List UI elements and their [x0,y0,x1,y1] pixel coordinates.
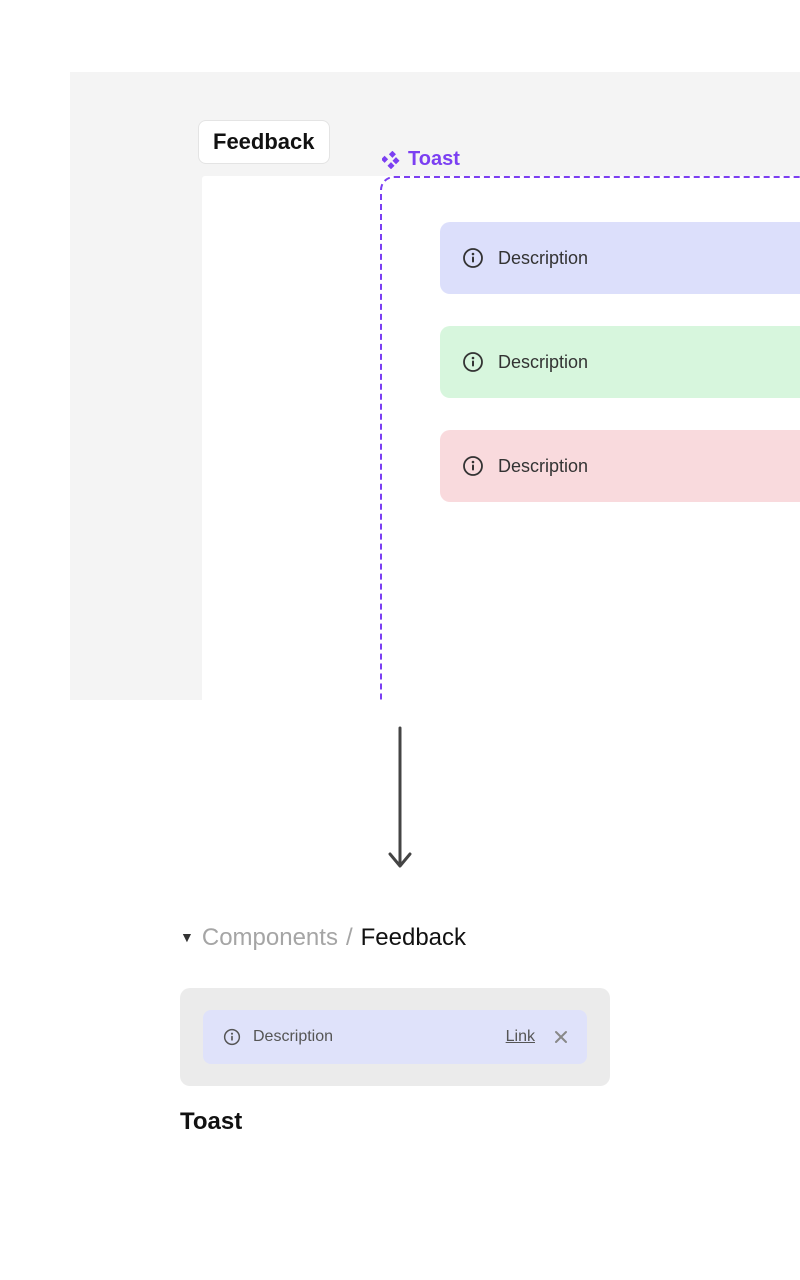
component-name: Toast [180,1108,630,1136]
arrow-down-icon [398,726,402,874]
breadcrumb-current[interactable]: Feedback [361,924,466,952]
toast-variant-stack: Description Description [440,222,800,502]
info-icon [462,247,484,269]
artboard[interactable]: Toast Description [202,176,800,700]
breadcrumb-parent[interactable]: Components [202,924,338,952]
section-tag-label: Feedback [213,129,315,154]
toast-preview-link[interactable]: Link [506,1028,535,1046]
toast-variant-success[interactable]: Description [440,326,800,398]
component-icon [380,149,402,171]
breadcrumb-separator: / [346,924,353,952]
design-canvas[interactable]: Feedback Toast [70,72,800,700]
toast-variant-info[interactable]: Description [440,222,800,294]
component-preview-card[interactable]: Description Link [180,988,610,1086]
breadcrumb: ▼ Components / Feedback [180,924,630,952]
toast-variant-error[interactable]: Description [440,430,800,502]
chevron-down-icon[interactable]: ▼ [180,929,194,945]
frame-label-text: Toast [408,148,460,171]
info-icon [462,351,484,373]
info-icon [462,455,484,477]
library-entry: ▼ Components / Feedback Description Link [180,924,630,1136]
toast-text: Description [498,352,588,373]
close-icon[interactable] [553,1029,569,1045]
info-icon [221,1026,243,1048]
frame-label[interactable]: Toast [380,148,460,171]
toast-text: Description [498,248,588,269]
toast-preview: Description Link [203,1010,587,1064]
toast-text: Description [498,456,588,477]
toast-preview-text: Description [253,1028,506,1046]
section-tag-feedback[interactable]: Feedback [198,120,330,164]
